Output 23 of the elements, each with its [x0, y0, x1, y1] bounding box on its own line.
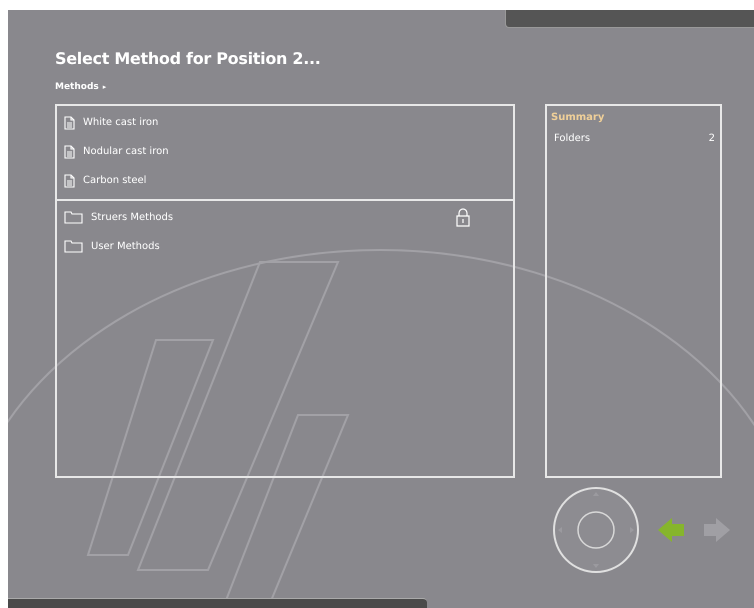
method-item[interactable]: Carbon steel: [57, 166, 513, 195]
method-item[interactable]: White cast iron: [57, 108, 513, 137]
item-label: Carbon steel: [83, 175, 148, 186]
summary-label: Folders: [554, 133, 590, 144]
folder-item[interactable]: Struers Methods: [57, 203, 513, 232]
forward-arrow-icon[interactable]: [702, 516, 732, 544]
item-label: User Methods: [91, 241, 161, 252]
summary-value: 2: [708, 133, 715, 144]
page-title: Select Method for Position 2...: [55, 49, 322, 68]
method-item[interactable]: Nodular cast iron: [57, 137, 513, 166]
jog-wheel-icon[interactable]: [552, 486, 640, 574]
folder-icon: [64, 211, 83, 224]
document-icon: [64, 174, 75, 188]
item-label: Nodular cast iron: [83, 146, 170, 157]
folder-item[interactable]: User Methods: [57, 232, 513, 261]
item-label: White cast iron: [83, 117, 160, 128]
folder-icon: [64, 240, 83, 253]
back-arrow-icon[interactable]: [656, 516, 686, 544]
document-icon: [64, 116, 75, 130]
item-label: Struers Methods: [91, 212, 174, 223]
breadcrumb-link[interactable]: Methods: [55, 82, 99, 92]
document-icon: [64, 144, 75, 158]
summary-title: Summary: [551, 112, 606, 123]
